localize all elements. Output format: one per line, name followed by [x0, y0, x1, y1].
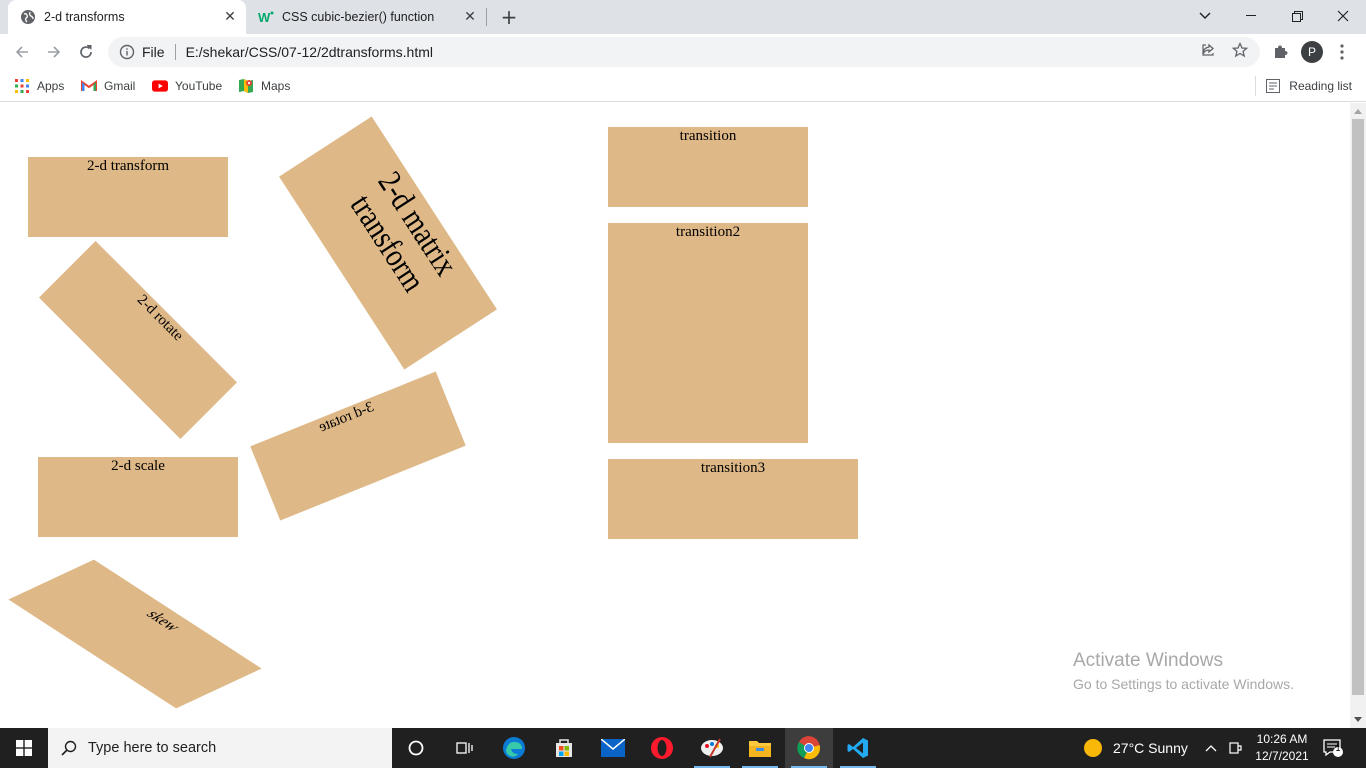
omnibox-separator	[174, 44, 176, 60]
bookmarks-bar: Apps Gmail YouTube Maps Reading list	[0, 70, 1366, 102]
bookmark-label: Gmail	[104, 79, 136, 93]
network-icon[interactable]	[1229, 728, 1243, 768]
clock-date: 12/7/2021	[1255, 749, 1309, 763]
bookmark-gmail[interactable]: Gmail	[81, 76, 135, 96]
avatar: P	[1301, 41, 1323, 63]
bookmark-maps[interactable]: Maps	[238, 76, 290, 96]
box-2d-transform: 2-d transform	[28, 157, 228, 237]
watermark-title: Activate Windows	[1073, 650, 1223, 671]
menu-kebab-icon[interactable]	[1328, 38, 1356, 66]
edge-browser-icon[interactable]	[490, 728, 538, 768]
gmail-icon	[81, 78, 97, 94]
restore-button[interactable]	[1274, 0, 1320, 32]
system-clock[interactable]: 10:26 AM 12/7/2021	[1246, 731, 1318, 765]
windows-logo-icon	[16, 740, 32, 756]
opera-icon[interactable]	[638, 728, 686, 768]
youtube-icon	[152, 78, 168, 94]
globe-icon	[20, 9, 36, 25]
bookmark-label: Apps	[37, 79, 65, 93]
file-explorer-icon[interactable]	[736, 728, 784, 768]
share-icon[interactable]	[1199, 41, 1217, 59]
box-2d-scale: 2-d scale	[38, 457, 238, 537]
scroll-down-arrow-icon[interactable]	[1354, 717, 1362, 722]
bookmark-label: YouTube	[175, 79, 223, 93]
close-window-button[interactable]	[1320, 0, 1366, 32]
search-placeholder: Type here to search	[88, 740, 217, 756]
bookmark-youtube[interactable]: YouTube	[152, 76, 222, 96]
tab-css-cubic-bezier[interactable]: W CSS cubic-bezier() function ✕	[248, 0, 486, 34]
bookmark-star-icon[interactable]	[1231, 41, 1249, 59]
paint-app-icon[interactable]	[688, 728, 736, 768]
box-skew: skew	[8, 559, 262, 709]
reload-button[interactable]	[72, 38, 100, 66]
minimize-button[interactable]	[1228, 0, 1274, 32]
box-3d-rotate: 3-d rotate	[250, 371, 466, 521]
box-2d-rotate: 2-d rotate	[39, 241, 237, 439]
reading-list-button[interactable]: Reading list	[1265, 76, 1352, 96]
notification-count: 1	[1335, 743, 1341, 753]
weather-text: 27°C Sunny	[1113, 740, 1188, 756]
clock-time: 10:26 AM	[1256, 732, 1308, 746]
extensions-icon[interactable]	[1266, 38, 1294, 66]
search-icon	[60, 739, 78, 757]
mail-icon[interactable]	[589, 728, 637, 768]
tab-2d-transforms[interactable]: 2-d transforms ✕	[8, 0, 246, 34]
scheme-label: File	[142, 44, 165, 60]
page-viewport: 2-d transform 2-d rotate 2-d scale skew …	[0, 103, 1350, 728]
cortana-icon[interactable]	[392, 728, 440, 768]
w3schools-icon: W	[258, 9, 274, 25]
address-bar[interactable]: File E:/shekar/CSS/07-12/2dtransforms.ht…	[108, 37, 1260, 67]
show-hidden-icons-chevron-icon[interactable]	[1204, 728, 1218, 768]
tab-separator	[486, 8, 487, 26]
windows-taskbar: Type here to search 27°C Sunny 10:26 AM	[0, 728, 1366, 768]
tab-title: CSS cubic-bezier() function	[282, 10, 435, 24]
reading-list-separator	[1255, 76, 1256, 96]
start-button[interactable]	[0, 728, 48, 768]
forward-button[interactable]	[40, 38, 68, 66]
tab-strip: 2-d transforms ✕ W CSS cubic-bezier() fu…	[0, 0, 1366, 34]
notification-center-icon[interactable]: 1	[1322, 728, 1344, 768]
close-tab-icon[interactable]: ✕	[220, 7, 240, 27]
bookmark-apps[interactable]: Apps	[14, 76, 64, 96]
reading-list-icon	[1265, 78, 1281, 94]
svg-text:W: W	[258, 10, 271, 25]
sun-icon	[1084, 739, 1102, 757]
chrome-icon[interactable]	[785, 728, 833, 768]
scrollbar-thumb[interactable]	[1352, 119, 1364, 695]
new-tab-button[interactable]: +	[496, 5, 522, 29]
vscode-icon[interactable]	[834, 728, 882, 768]
activate-windows-watermark: Activate Windows Go to Settings to activ…	[1073, 650, 1294, 692]
box-transition3[interactable]: transition3	[608, 459, 858, 539]
taskbar-search-box[interactable]: Type here to search	[48, 728, 392, 768]
microsoft-store-icon[interactable]	[540, 728, 588, 768]
reading-list-label: Reading list	[1289, 79, 1352, 93]
back-button[interactable]	[8, 38, 36, 66]
site-info-icon[interactable]	[118, 43, 136, 61]
profile-avatar[interactable]: P	[1298, 38, 1326, 66]
close-tab-icon[interactable]: ✕	[460, 7, 480, 27]
apps-grid-icon	[14, 78, 30, 94]
task-view-icon[interactable]	[440, 728, 488, 768]
tab-title: 2-d transforms	[44, 10, 125, 24]
tab-search-icon[interactable]	[1182, 0, 1228, 32]
weather-widget[interactable]: 27°C Sunny	[1084, 728, 1188, 768]
scroll-up-arrow-icon[interactable]	[1354, 109, 1362, 114]
watermark-subtitle: Go to Settings to activate Windows.	[1073, 676, 1294, 692]
vertical-scrollbar[interactable]	[1350, 103, 1366, 728]
box-transition[interactable]: transition	[608, 127, 808, 207]
box-transition2[interactable]: transition2	[608, 223, 808, 443]
box-2d-matrix-transform: 2-d matrix transform	[279, 116, 497, 370]
bookmark-label: Maps	[261, 79, 291, 93]
browser-toolbar: File E:/shekar/CSS/07-12/2dtransforms.ht…	[0, 34, 1366, 70]
url-text[interactable]: E:/shekar/CSS/07-12/2dtransforms.html	[186, 44, 1260, 60]
maps-icon	[238, 78, 254, 94]
